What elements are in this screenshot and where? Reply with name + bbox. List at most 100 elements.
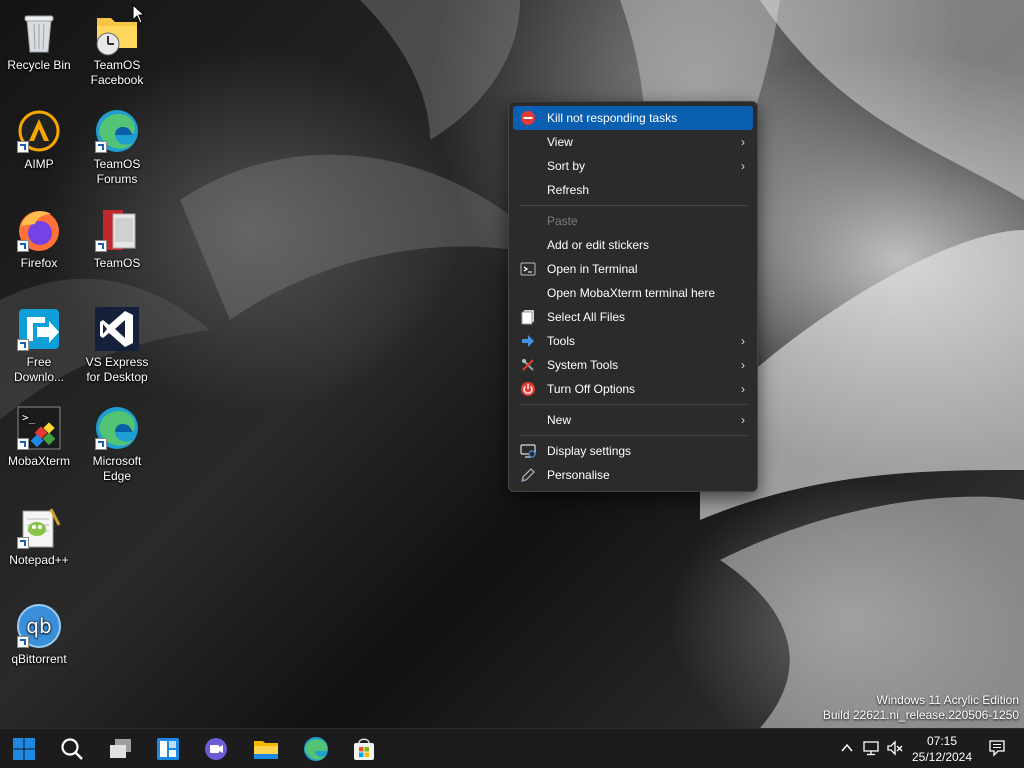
menu-item-add-or-edit-stickers[interactable]: Add or edit stickers <box>513 233 753 257</box>
menu-item-tools[interactable]: Tools › <box>513 329 753 353</box>
desktop-icon-label: TeamOS Forums <box>93 157 141 186</box>
notepadpp-icon <box>15 503 63 551</box>
menu-item-display-settings[interactable]: Display settings <box>513 439 753 463</box>
shortcut-arrow-icon <box>17 537 29 549</box>
menu-item-label: Paste <box>547 214 578 228</box>
taskbar: 07:15 25/12/2024 <box>0 728 1024 768</box>
submenu-chevron-icon: › <box>741 358 745 372</box>
menu-separator <box>519 435 747 436</box>
volume-muted-icon <box>887 740 903 756</box>
menu-item-open-in-terminal[interactable]: Open in Terminal <box>513 257 753 281</box>
desktop-icon-label: Microsoft Edge <box>92 454 142 483</box>
shortcut-arrow-icon <box>17 636 29 648</box>
desktop-icon-free-download[interactable]: Free Downlo... <box>0 305 78 385</box>
chevron-up-icon <box>841 743 853 752</box>
desktop-icon-label: Recycle Bin <box>7 58 71 72</box>
aimp-icon <box>15 107 63 155</box>
arrow-right-icon <box>520 333 536 349</box>
visual-studio-icon <box>93 305 141 353</box>
menu-item-system-tools[interactable]: System Tools › <box>513 353 753 377</box>
desktop-icon-label: MobaXterm <box>7 454 71 468</box>
menu-item-open-mobaxterm-terminal-here[interactable]: Open MobaXterm terminal here <box>513 281 753 305</box>
edge-icon <box>93 404 141 452</box>
watermark-build: Build 22621.ni_release.220506-1250 <box>822 708 1019 722</box>
menu-item-personalise[interactable]: Personalise <box>513 463 753 487</box>
desktop-icon-mobaxterm[interactable]: >_ MobaXterm <box>0 404 78 469</box>
edge-icon <box>93 107 141 155</box>
menu-item-label: Open in Terminal <box>547 262 638 276</box>
edge-button[interactable] <box>302 735 330 763</box>
desktop-icon-label: qBittorrent <box>11 652 67 666</box>
desktop-icon-teamos[interactable]: TeamOS <box>78 206 156 271</box>
menu-item-turn-off-options[interactable]: Turn Off Options › <box>513 377 753 401</box>
chat-button[interactable] <box>202 735 230 763</box>
pen-icon <box>520 467 536 483</box>
volume-button[interactable] <box>886 739 904 757</box>
recycle-bin-icon <box>15 8 63 56</box>
edition-watermark: Windows 11 Acrylic Edition Build 22621.n… <box>823 693 1019 723</box>
stop-icon <box>520 110 536 126</box>
tools-icon <box>520 357 536 373</box>
notification-center-button[interactable] <box>988 739 1006 757</box>
desktop-icon-label: Notepad++ <box>9 553 69 567</box>
menu-item-new[interactable]: New › <box>513 408 753 432</box>
shortcut-arrow-icon <box>95 240 107 252</box>
desktop-icon-label: TeamOS Facebook <box>90 58 144 87</box>
task-view-button[interactable] <box>107 735 135 763</box>
menu-item-view[interactable]: View › <box>513 130 753 154</box>
desktop-icon-label: Firefox <box>20 256 58 270</box>
teamos-icon <box>93 206 141 254</box>
clock-button[interactable]: 07:15 25/12/2024 <box>904 733 980 765</box>
desktop[interactable]: Recycle Bin AIMP Firefox Free Downlo... … <box>0 0 1024 728</box>
desktop-icon-label: Free Downlo... <box>13 355 65 384</box>
display-icon <box>520 443 536 459</box>
menu-item-select-all-files[interactable]: Select All Files <box>513 305 753 329</box>
shortcut-arrow-icon <box>17 339 29 351</box>
show-hidden-icons-button[interactable] <box>840 741 854 755</box>
desktop-icon-vs-express[interactable]: VS Express for Desktop <box>78 305 156 385</box>
menu-item-label: System Tools <box>547 358 619 372</box>
search-button[interactable] <box>58 735 86 763</box>
submenu-chevron-icon: › <box>741 159 745 173</box>
menu-item-label: Turn Off Options <box>547 382 636 396</box>
desktop-icon-firefox[interactable]: Firefox <box>0 206 78 271</box>
menu-item-refresh[interactable]: Refresh <box>513 178 753 202</box>
task-view-icon <box>110 739 131 758</box>
menu-item-sort-by[interactable]: Sort by › <box>513 154 753 178</box>
desktop-context-menu: Kill not responding tasks View › Sort by… <box>508 101 758 492</box>
menu-item-label: Open MobaXterm terminal here <box>547 286 716 300</box>
menu-item-kill-not-responding-tasks[interactable]: Kill not responding tasks <box>513 106 753 130</box>
mouse-cursor-icon <box>132 4 146 24</box>
desktop-icon-label: VS Express for Desktop <box>85 355 149 384</box>
desktop-icon-microsoft-edge[interactable]: Microsoft Edge <box>78 404 156 484</box>
edge-icon <box>304 737 328 761</box>
submenu-chevron-icon: › <box>741 382 745 396</box>
menu-item-label: Add or edit stickers <box>547 238 650 252</box>
file-explorer-button[interactable] <box>252 735 280 763</box>
start-button[interactable] <box>10 735 38 763</box>
clock-time: 07:15 <box>926 734 958 748</box>
submenu-chevron-icon: › <box>741 334 745 348</box>
desktop-icon-qbittorrent[interactable]: qb qBittorrent <box>0 602 78 667</box>
network-icon <box>863 741 879 756</box>
widgets-button[interactable] <box>154 735 182 763</box>
menu-item-label: Kill not responding tasks <box>547 111 678 125</box>
desktop-icon-aimp[interactable]: AIMP <box>0 107 78 172</box>
shortcut-arrow-icon <box>17 141 29 153</box>
desktop-icon-recycle-bin[interactable]: Recycle Bin <box>0 8 78 73</box>
file-explorer-icon <box>254 741 278 759</box>
store-button[interactable] <box>350 735 378 763</box>
menu-separator <box>519 404 747 405</box>
store-icon <box>354 738 374 760</box>
menu-item-label: Tools <box>547 334 576 348</box>
shortcut-arrow-icon <box>17 438 29 450</box>
mobaxterm-icon: >_ <box>15 404 63 452</box>
desktop-icon-teamos-forums[interactable]: TeamOS Forums <box>78 107 156 187</box>
submenu-chevron-icon: › <box>741 413 745 427</box>
network-button[interactable] <box>862 739 880 757</box>
notification-icon <box>989 740 1005 757</box>
desktop-icon-notepadpp[interactable]: Notepad++ <box>0 503 78 568</box>
clock-date: 25/12/2024 <box>911 750 973 764</box>
widgets-icon <box>157 738 179 760</box>
svg-text:>_: >_ <box>22 411 36 424</box>
